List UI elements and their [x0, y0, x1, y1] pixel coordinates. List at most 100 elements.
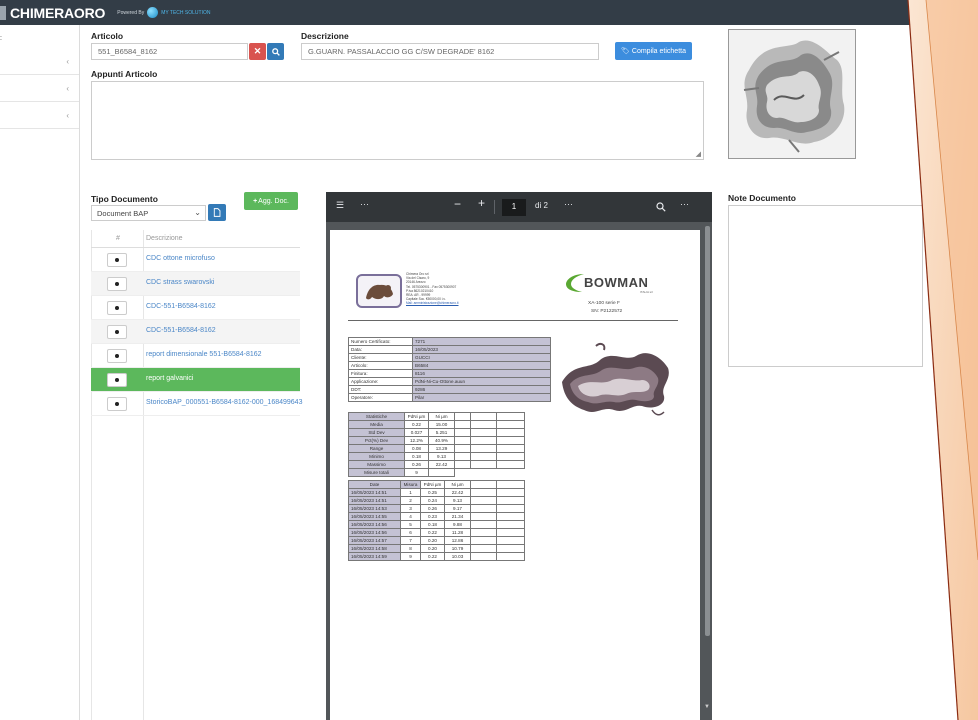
outline-menu-icon[interactable]: ☰ [336, 200, 344, 211]
table-row[interactable]: CDC-551-B6584-8162 [91, 320, 300, 344]
article-thumbnail [728, 29, 856, 159]
side-action-button-1[interactable] [918, 124, 926, 142]
meas-value: 0.24 [420, 496, 445, 505]
descrizione-input[interactable]: G.GUARN. PASSALACCIO GG C/SW DEGRADE' 81… [301, 43, 599, 60]
info-key: Finitura: [348, 369, 413, 378]
stats-label: Minimo [348, 452, 405, 461]
meas-value: 10.79 [444, 544, 471, 553]
empty-cell [496, 544, 525, 553]
document-name[interactable]: CDC strass swarovski [146, 279, 214, 286]
view-document-button[interactable] [107, 373, 127, 387]
articolo-label: Articolo [91, 31, 124, 41]
meas-value: 0.25 [420, 488, 445, 497]
stats-label: Massimo [348, 460, 405, 469]
document-name[interactable]: report galvanici [146, 375, 193, 382]
add-document-button[interactable]: + Agg. Doc. [244, 192, 298, 210]
company-logo [356, 274, 402, 308]
meas-date: 16/05/2023 14:58 [348, 544, 401, 553]
meas-index: 4 [400, 512, 421, 521]
table-row[interactable]: report dimensionale 551-B6584-8162 [91, 344, 300, 368]
view-document-button[interactable] [107, 277, 127, 291]
table-row-selected[interactable]: report galvanici [91, 368, 300, 392]
sidebar-item-2[interactable]: ‹ [0, 77, 79, 102]
table-row: Minimo 0.18 9.13 [348, 452, 525, 461]
scroll-down-icon[interactable]: ▼ [704, 704, 710, 710]
empty-cell [470, 544, 497, 553]
view-document-button[interactable] [107, 397, 127, 411]
meas-value: 10.03 [444, 552, 471, 561]
sidebar-item-3[interactable]: ‹ [0, 104, 79, 129]
side-action-button-2[interactable] [950, 388, 958, 414]
empty-cell [496, 452, 525, 461]
empty-cell [454, 428, 471, 437]
meas-index: 2 [400, 496, 421, 505]
compila-etichetta-button[interactable]: 🏷 Compila etichetta [615, 42, 692, 60]
empty-cell [496, 420, 525, 429]
empty-cell [496, 496, 525, 505]
search-articolo-button[interactable] [267, 43, 284, 60]
zoom-in-button[interactable]: + [478, 196, 485, 210]
file-icon [213, 208, 221, 217]
viewer-scrollbar[interactable] [705, 226, 710, 636]
document-name[interactable]: CDC-551-B6584-8162 [146, 327, 216, 334]
more-options-icon[interactable]: ··· [360, 199, 369, 209]
meas-index: 6 [400, 528, 421, 537]
table-row[interactable]: CDC strass swarovski [91, 272, 300, 296]
table-row[interactable]: StoricoBAP_000551-B6584-8162-000_1684996… [91, 392, 302, 416]
chevron-down-icon: ⌄ [194, 208, 201, 217]
meas-header: Date [348, 480, 401, 489]
document-name[interactable]: CDC-551-B6584-8162 [146, 303, 216, 310]
stats-value: 0.08 [404, 444, 429, 453]
empty-cell [470, 488, 497, 497]
stats-label: Media [348, 420, 405, 429]
add-document-label: Agg. Doc. [258, 197, 289, 205]
powered-by-text: Powered By [117, 9, 145, 16]
document-name[interactable]: report dimensionale 551-B6584-8162 [146, 351, 262, 358]
table-row: 16/05/2023 14:59 9 0.22 10.03 [348, 552, 525, 561]
table-row[interactable]: CDC ottone microfuso [91, 248, 300, 272]
appunti-textarea[interactable]: ◢ [91, 81, 704, 160]
view-document-button[interactable] [107, 301, 127, 315]
note-documento-textarea[interactable] [728, 205, 923, 367]
empty-cell [496, 504, 525, 513]
pdf-viewer: ☰ ··· − + 1 di 2 ··· ··· ▼ Chimera Oro s… [326, 192, 712, 720]
info-key: Articolo: [348, 361, 413, 370]
view-document-button[interactable] [107, 253, 127, 267]
clear-articolo-button[interactable]: ✕ [249, 43, 266, 60]
document-name[interactable]: StoricoBAP_000551-B6584-8162-000_1684996… [146, 399, 302, 406]
stats-header: PdNi µm [404, 412, 429, 421]
bowman-logo: BOWMAN ITALIA srl [564, 272, 664, 296]
view-document-button[interactable] [107, 349, 127, 363]
stats-value: 5.251 [428, 428, 455, 437]
tipo-documento-select[interactable]: Document BAP ⌄ [91, 205, 206, 221]
sidebar-item-1[interactable]: ‹ [0, 50, 79, 75]
table-row[interactable]: CDC-551-B6584-8162 [91, 296, 300, 320]
articolo-input[interactable]: 551_B6584_8162 [91, 43, 248, 60]
table-row: Std Dev 0.027 5.251 [348, 428, 525, 437]
page-number-input[interactable]: 1 [502, 199, 526, 216]
meas-date: 16/05/2023 14:55 [348, 512, 401, 521]
empty-cell [454, 412, 471, 421]
empty-cell [454, 452, 471, 461]
bowman-brand-sub: ITALIA srl [640, 290, 653, 294]
documents-table-header: # Descrizione [91, 230, 300, 248]
empty-cell [470, 460, 497, 469]
empty-cell [496, 444, 525, 453]
info-value: 8116 [412, 369, 551, 378]
empty-cell [470, 412, 497, 421]
meas-index: 9 [400, 552, 421, 561]
eye-icon [115, 354, 119, 358]
instrument-model: XA-100 serie F [588, 301, 620, 306]
sidebar: : ‹ ‹ ‹ [0, 25, 80, 720]
view-document-button[interactable] [107, 325, 127, 339]
stats-value: 0.18 [404, 452, 429, 461]
search-icon[interactable] [656, 202, 666, 212]
empty-cell [454, 420, 471, 429]
info-key: DDT: [348, 385, 413, 394]
viewer-menu-icon[interactable]: ··· [680, 199, 689, 209]
document-name[interactable]: CDC ottone microfuso [146, 255, 215, 262]
empty-cell [470, 496, 497, 505]
zoom-out-button[interactable]: − [454, 197, 461, 211]
open-file-button[interactable] [208, 204, 226, 221]
more-view-options-icon[interactable]: ··· [564, 199, 573, 209]
